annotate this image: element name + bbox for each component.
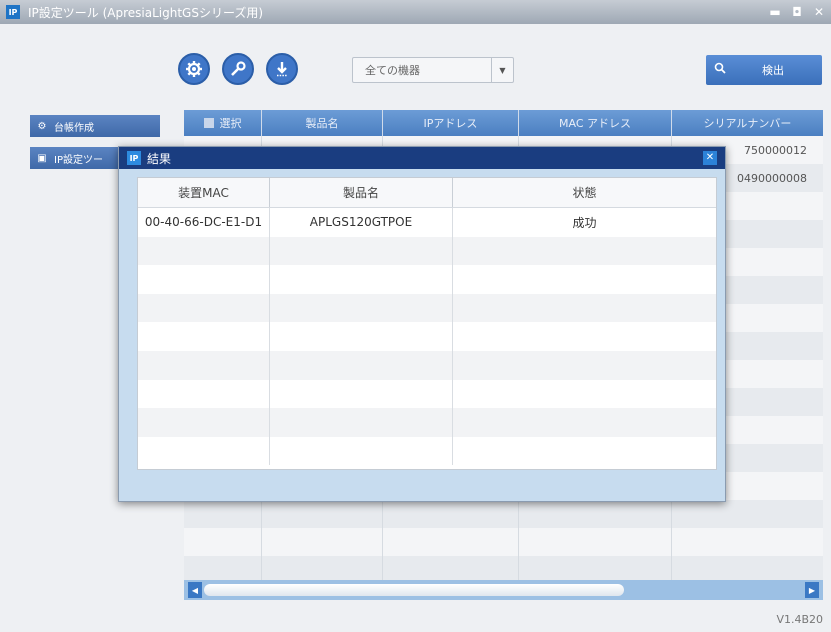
col-header-status: 状態 <box>572 186 597 200</box>
table-cell <box>383 500 519 528</box>
col-header-product-name: 製品名 <box>270 178 453 207</box>
gear-icon <box>186 61 202 77</box>
table-row[interactable] <box>138 379 716 409</box>
table-row[interactable] <box>138 322 716 351</box>
table-row[interactable] <box>138 350 716 380</box>
col-header-device-mac: 装置MAC <box>138 178 270 207</box>
table-cell <box>453 437 716 466</box>
horizontal-scrollbar[interactable]: ◀ ▶ <box>184 580 823 600</box>
dialog-content: 装置MAC 製品名 状態 00-40-66-DC-E1-D1 APLGS120GT… <box>119 169 725 501</box>
table-cell <box>453 380 716 409</box>
col-header-ip[interactable]: IPアドレス <box>383 110 519 136</box>
dialog-title: 結果 <box>147 151 172 166</box>
scroll-right-icon[interactable]: ▶ <box>805 582 819 598</box>
col-header-select[interactable]: 選択 <box>184 110 262 136</box>
settings-gear-icon[interactable] <box>178 53 210 85</box>
table-row[interactable] <box>184 500 823 528</box>
table-cell <box>519 500 672 528</box>
download-button[interactable] <box>266 53 298 85</box>
table-cell: 00-40-66-DC-E1-D1 <box>138 208 270 237</box>
table-cell <box>672 528 823 556</box>
table-cell <box>270 293 453 323</box>
table-cell <box>270 379 453 409</box>
table-cell <box>383 528 519 556</box>
table-cell <box>184 500 262 528</box>
device-table-header: 選択 製品名 IPアドレス MAC アドレス シリアルナンバー <box>184 110 823 136</box>
table-cell <box>270 265 453 294</box>
table-row[interactable] <box>138 408 716 437</box>
table-row[interactable] <box>138 436 716 466</box>
result-table-body: 00-40-66-DC-E1-D1 APLGS120GTPOE 成功 <box>138 208 716 466</box>
col-header-mac[interactable]: MAC アドレス <box>519 110 672 136</box>
table-cell <box>138 236 270 266</box>
table-cell <box>453 351 716 380</box>
window-titlebar: IP IP設定ツール (ApresiaLightGSシリーズ用) ▬ ◘ ✕ <box>0 0 831 24</box>
table-cell: 成功 <box>572 215 597 230</box>
table-cell <box>138 293 270 323</box>
table-cell <box>138 408 270 437</box>
gear-icon: ⚙ <box>37 120 47 132</box>
table-cell <box>453 322 716 351</box>
table-cell <box>138 265 270 294</box>
result-table-header: 装置MAC 製品名 状態 <box>138 178 716 208</box>
dialog-close-icon[interactable]: ✕ <box>703 151 717 165</box>
table-cell <box>184 528 262 556</box>
checkbox-icon <box>203 118 214 128</box>
table-cell <box>270 322 453 351</box>
table-cell <box>453 408 716 437</box>
table-row[interactable] <box>184 528 823 556</box>
table-cell <box>138 322 270 351</box>
col-header-product[interactable]: 製品名 <box>262 110 383 136</box>
scrollbar-thumb[interactable] <box>204 584 624 596</box>
device-filter-select[interactable]: 全ての機器 ▼ <box>352 57 514 83</box>
minimize-button[interactable]: ▬ <box>767 4 783 20</box>
table-cell <box>138 436 270 466</box>
table-row[interactable] <box>138 293 716 323</box>
ip-config-tool-label: IP設定ツー <box>54 154 103 166</box>
table-cell <box>519 528 672 556</box>
ledger-create-button[interactable]: ⚙ 台帳作成 <box>30 115 160 137</box>
clipboard-icon: ▣ <box>37 152 47 164</box>
search-icon <box>706 62 734 78</box>
app-icon: IP <box>127 151 141 165</box>
table-cell <box>453 265 716 294</box>
table-cell <box>138 350 270 380</box>
wrench-key-button[interactable] <box>222 53 254 85</box>
table-cell <box>262 528 383 556</box>
app-icon: IP <box>6 5 20 19</box>
scroll-left-icon[interactable]: ◀ <box>188 582 202 598</box>
table-cell <box>262 500 383 528</box>
col-header-serial[interactable]: シリアルナンバー <box>672 110 823 136</box>
window-title: IP設定ツール (ApresiaLightGSシリーズ用) <box>28 5 264 20</box>
download-icon <box>277 62 287 77</box>
table-cell <box>453 294 716 323</box>
table-row[interactable] <box>138 265 716 294</box>
maximize-button[interactable]: ◘ <box>789 4 805 20</box>
table-row[interactable] <box>138 236 716 266</box>
version-label: V1.4B20 <box>776 613 823 626</box>
dialog-titlebar: IP 結果 ✕ <box>119 147 725 169</box>
result-table: 装置MAC 製品名 状態 00-40-66-DC-E1-D1 APLGS120GT… <box>137 177 717 470</box>
table-cell <box>270 436 453 466</box>
table-row[interactable]: 00-40-66-DC-E1-D1 APLGS120GTPOE 成功 <box>138 208 716 237</box>
close-window-button[interactable]: ✕ <box>811 4 827 20</box>
key-icon <box>231 61 246 76</box>
table-cell <box>270 350 453 380</box>
detect-button[interactable]: 検出 <box>706 55 822 85</box>
result-dialog: IP 結果 ✕ 装置MAC 製品名 状態 00-40-66-DC-E1-D1 AP… <box>118 146 726 502</box>
ledger-create-label: 台帳作成 <box>54 122 94 134</box>
table-cell <box>453 237 716 266</box>
table-cell <box>138 379 270 409</box>
detect-label: 検出 <box>762 64 784 77</box>
table-cell <box>672 500 823 528</box>
table-cell <box>270 408 453 437</box>
table-cell <box>270 236 453 266</box>
chevron-down-icon: ▼ <box>491 58 513 82</box>
filter-selected-value: 全ての機器 <box>365 64 420 77</box>
table-cell: APLGS120GTPOE <box>270 208 453 237</box>
